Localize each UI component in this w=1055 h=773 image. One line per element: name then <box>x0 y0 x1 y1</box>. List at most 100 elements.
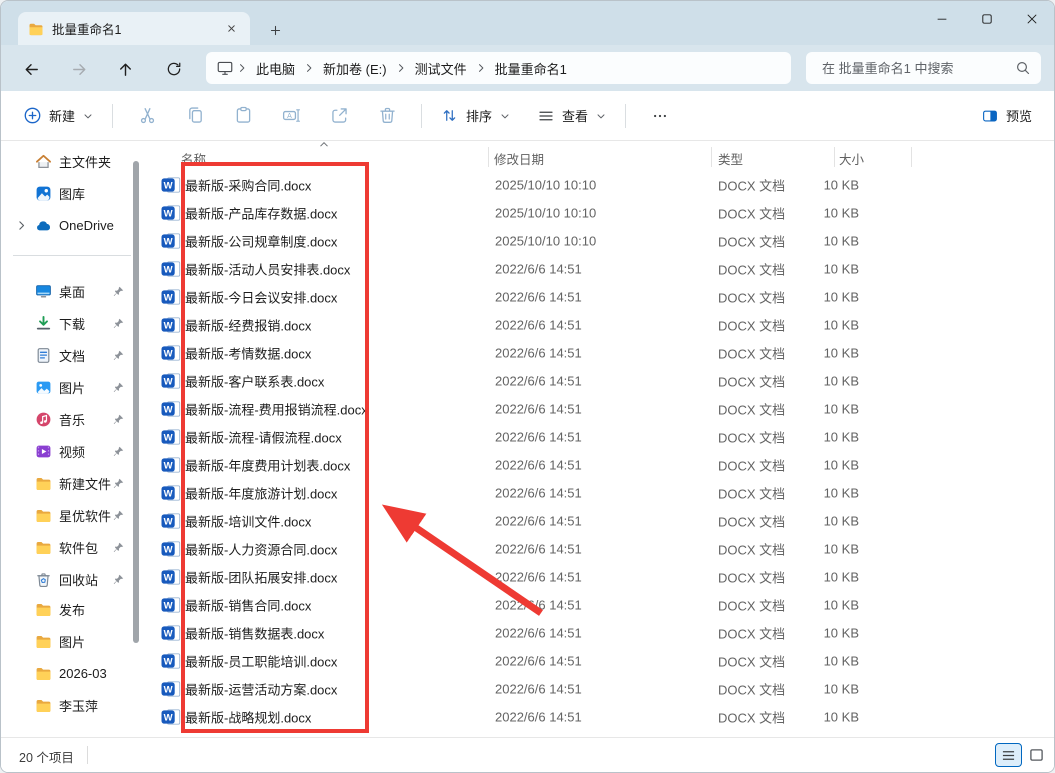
sidebar-item[interactable]: 文档 <box>1 339 151 371</box>
file-size: 10 KB <box>823 177 859 193</box>
cut-icon[interactable] <box>130 99 164 133</box>
svg-text:W: W <box>164 600 173 611</box>
back-icon[interactable] <box>15 53 47 85</box>
sidebar-item[interactable]: 图片 <box>1 625 151 657</box>
sidebar-item[interactable]: 视频 <box>1 435 151 467</box>
file-row[interactable]: W 最新版-客户联系表.docx 2022/6/6 14:51 DOCX 文档 … <box>151 367 1054 395</box>
sidebar-item[interactable]: 星优软件 <box>1 499 151 531</box>
sidebar-item[interactable]: 发布 <box>1 593 151 625</box>
paste-icon[interactable] <box>226 99 260 133</box>
file-row[interactable]: W 最新版-培训文件.docx 2022/6/6 14:51 DOCX 文档 1… <box>151 507 1054 535</box>
chevron-down-icon <box>499 110 511 122</box>
search-icon[interactable] <box>1015 60 1031 76</box>
file-row[interactable]: W 最新版-销售数据表.docx 2022/6/6 14:51 DOCX 文档 … <box>151 619 1054 647</box>
details-view-button[interactable] <box>995 743 1022 767</box>
view-button[interactable]: 查看 <box>529 100 615 131</box>
column-divider[interactable] <box>488 147 489 167</box>
file-row[interactable]: W 最新版-人力资源合同.docx 2022/6/6 14:51 DOCX 文档… <box>151 535 1054 563</box>
svg-text:W: W <box>164 684 173 695</box>
refresh-icon[interactable] <box>158 53 190 85</box>
new-button[interactable]: 新建 <box>15 100 102 131</box>
pin-icon <box>111 508 125 522</box>
sidebar-item[interactable]: 音乐 <box>1 403 151 435</box>
address-bar[interactable]: 此电脑 新加卷 (E:) 测试文件 批量重命名1 <box>206 52 791 84</box>
rename-icon[interactable]: A <box>274 99 308 133</box>
sidebar-item[interactable]: 图库 <box>1 177 151 209</box>
column-divider[interactable] <box>911 147 912 167</box>
file-row[interactable]: W 最新版-运营活动方案.docx 2022/6/6 14:51 DOCX 文档… <box>151 675 1054 703</box>
svg-text:W: W <box>164 236 173 247</box>
file-row[interactable]: W 最新版-采购合同.docx 2025/10/10 10:10 DOCX 文档… <box>151 171 1054 199</box>
sidebar-divider <box>13 255 131 256</box>
file-date-modified: 2025/10/10 10:10 <box>495 205 597 221</box>
file-name: 最新版-活动人员安排表.docx <box>185 262 351 278</box>
more-options-icon[interactable] <box>643 99 677 133</box>
minimize-icon[interactable] <box>919 1 964 37</box>
file-row[interactable]: W 最新版-战略规划.docx 2022/6/6 14:51 DOCX 文档 1… <box>151 703 1054 731</box>
column-header-date[interactable]: 修改日期 <box>494 149 544 168</box>
column-header-type[interactable]: 类型 <box>718 149 743 168</box>
sort-button[interactable]: 排序 <box>432 100 519 131</box>
file-list-pane: 名称 修改日期 类型 大小 W 最新版-采购合同.docx 2025/10/10… <box>151 141 1054 739</box>
word-file-icon: W <box>161 345 181 361</box>
file-row[interactable]: W 最新版-考情数据.docx 2022/6/6 14:51 DOCX 文档 1… <box>151 339 1054 367</box>
column-divider[interactable] <box>834 147 835 167</box>
pin-icon <box>111 380 125 394</box>
column-divider[interactable] <box>711 147 712 167</box>
file-row[interactable]: W 最新版-销售合同.docx 2022/6/6 14:51 DOCX 文档 1… <box>151 591 1054 619</box>
file-size: 10 KB <box>823 569 859 585</box>
sidebar-item[interactable]: OneDrive <box>1 209 151 241</box>
maximize-icon[interactable] <box>964 1 1009 37</box>
tab-close-icon[interactable] <box>220 18 242 40</box>
file-row[interactable]: W 最新版-年度旅游计划.docx 2022/6/6 14:51 DOCX 文档… <box>151 479 1054 507</box>
search-box[interactable] <box>806 52 1041 84</box>
file-row[interactable]: W 最新版-公司规章制度.docx 2025/10/10 10:10 DOCX … <box>151 227 1054 255</box>
file-row[interactable]: W 最新版-产品库存数据.docx 2025/10/10 10:10 DOCX … <box>151 199 1054 227</box>
share-icon[interactable] <box>322 99 356 133</box>
file-size: 10 KB <box>823 233 859 249</box>
sort-ascending-icon[interactable] <box>317 138 331 150</box>
file-row[interactable]: W 最新版-流程-费用报销流程.docx 2022/6/6 14:51 DOCX… <box>151 395 1054 423</box>
sidebar-item[interactable]: 李玉萍 <box>1 689 151 721</box>
file-row[interactable]: W 最新版-活动人员安排表.docx 2022/6/6 14:51 DOCX 文… <box>151 255 1054 283</box>
file-row[interactable]: W 最新版-年度费用计划表.docx 2022/6/6 14:51 DOCX 文… <box>151 451 1054 479</box>
file-date-modified: 2022/6/6 14:51 <box>495 401 582 417</box>
sidebar-item[interactable]: 桌面 <box>1 275 151 307</box>
sidebar-item[interactable]: 回收站 <box>1 563 151 595</box>
file-date-modified: 2022/6/6 14:51 <box>495 373 582 389</box>
sidebar-item[interactable]: 新建文件: <box>1 467 151 499</box>
column-header-name[interactable]: 名称 <box>181 149 206 168</box>
column-header-size[interactable]: 大小 <box>839 149 864 168</box>
sidebar-scrollbar[interactable] <box>133 161 139 643</box>
forward-icon[interactable] <box>63 53 95 85</box>
explorer-tab[interactable]: 批量重命名1 <box>18 12 250 45</box>
file-row[interactable]: W 最新版-团队拓展安排.docx 2022/6/6 14:51 DOCX 文档… <box>151 563 1054 591</box>
file-row[interactable]: W 最新版-流程-请假流程.docx 2022/6/6 14:51 DOCX 文… <box>151 423 1054 451</box>
file-row[interactable]: W 最新版-员工职能培训.docx 2022/6/6 14:51 DOCX 文档… <box>151 647 1054 675</box>
sidebar-item[interactable]: 2026-03 <box>1 657 151 689</box>
large-icons-view-button[interactable] <box>1025 745 1047 765</box>
close-icon[interactable] <box>1009 1 1054 37</box>
breadcrumb-chevron-icon <box>395 62 407 74</box>
new-tab-button[interactable] <box>263 18 287 42</box>
file-row[interactable]: W 最新版-今日会议安排.docx 2022/6/6 14:51 DOCX 文档… <box>151 283 1054 311</box>
word-file-icon: W <box>161 233 181 249</box>
sidebar-item[interactable]: 图片 <box>1 371 151 403</box>
copy-icon[interactable] <box>178 99 212 133</box>
breadcrumb-item[interactable]: 此电脑 <box>250 56 301 81</box>
svg-text:W: W <box>164 516 173 527</box>
preview-button[interactable]: 预览 <box>973 100 1040 131</box>
file-date-modified: 2022/6/6 14:51 <box>495 653 582 669</box>
delete-icon[interactable] <box>370 99 404 133</box>
sidebar-item[interactable]: 下载 <box>1 307 151 339</box>
word-file-icon: W <box>161 177 181 193</box>
expand-chevron-icon[interactable] <box>14 218 28 232</box>
sidebar-item[interactable]: 主文件夹 <box>1 145 151 177</box>
breadcrumb-item[interactable]: 新加卷 (E:) <box>317 56 393 81</box>
file-row[interactable]: W 最新版-经费报销.docx 2022/6/6 14:51 DOCX 文档 1… <box>151 311 1054 339</box>
up-icon[interactable] <box>109 53 141 85</box>
search-input[interactable] <box>820 59 1015 77</box>
sidebar-item[interactable]: 软件包 <box>1 531 151 563</box>
breadcrumb-item[interactable]: 测试文件 <box>409 56 473 81</box>
breadcrumb-item[interactable]: 批量重命名1 <box>489 56 573 81</box>
